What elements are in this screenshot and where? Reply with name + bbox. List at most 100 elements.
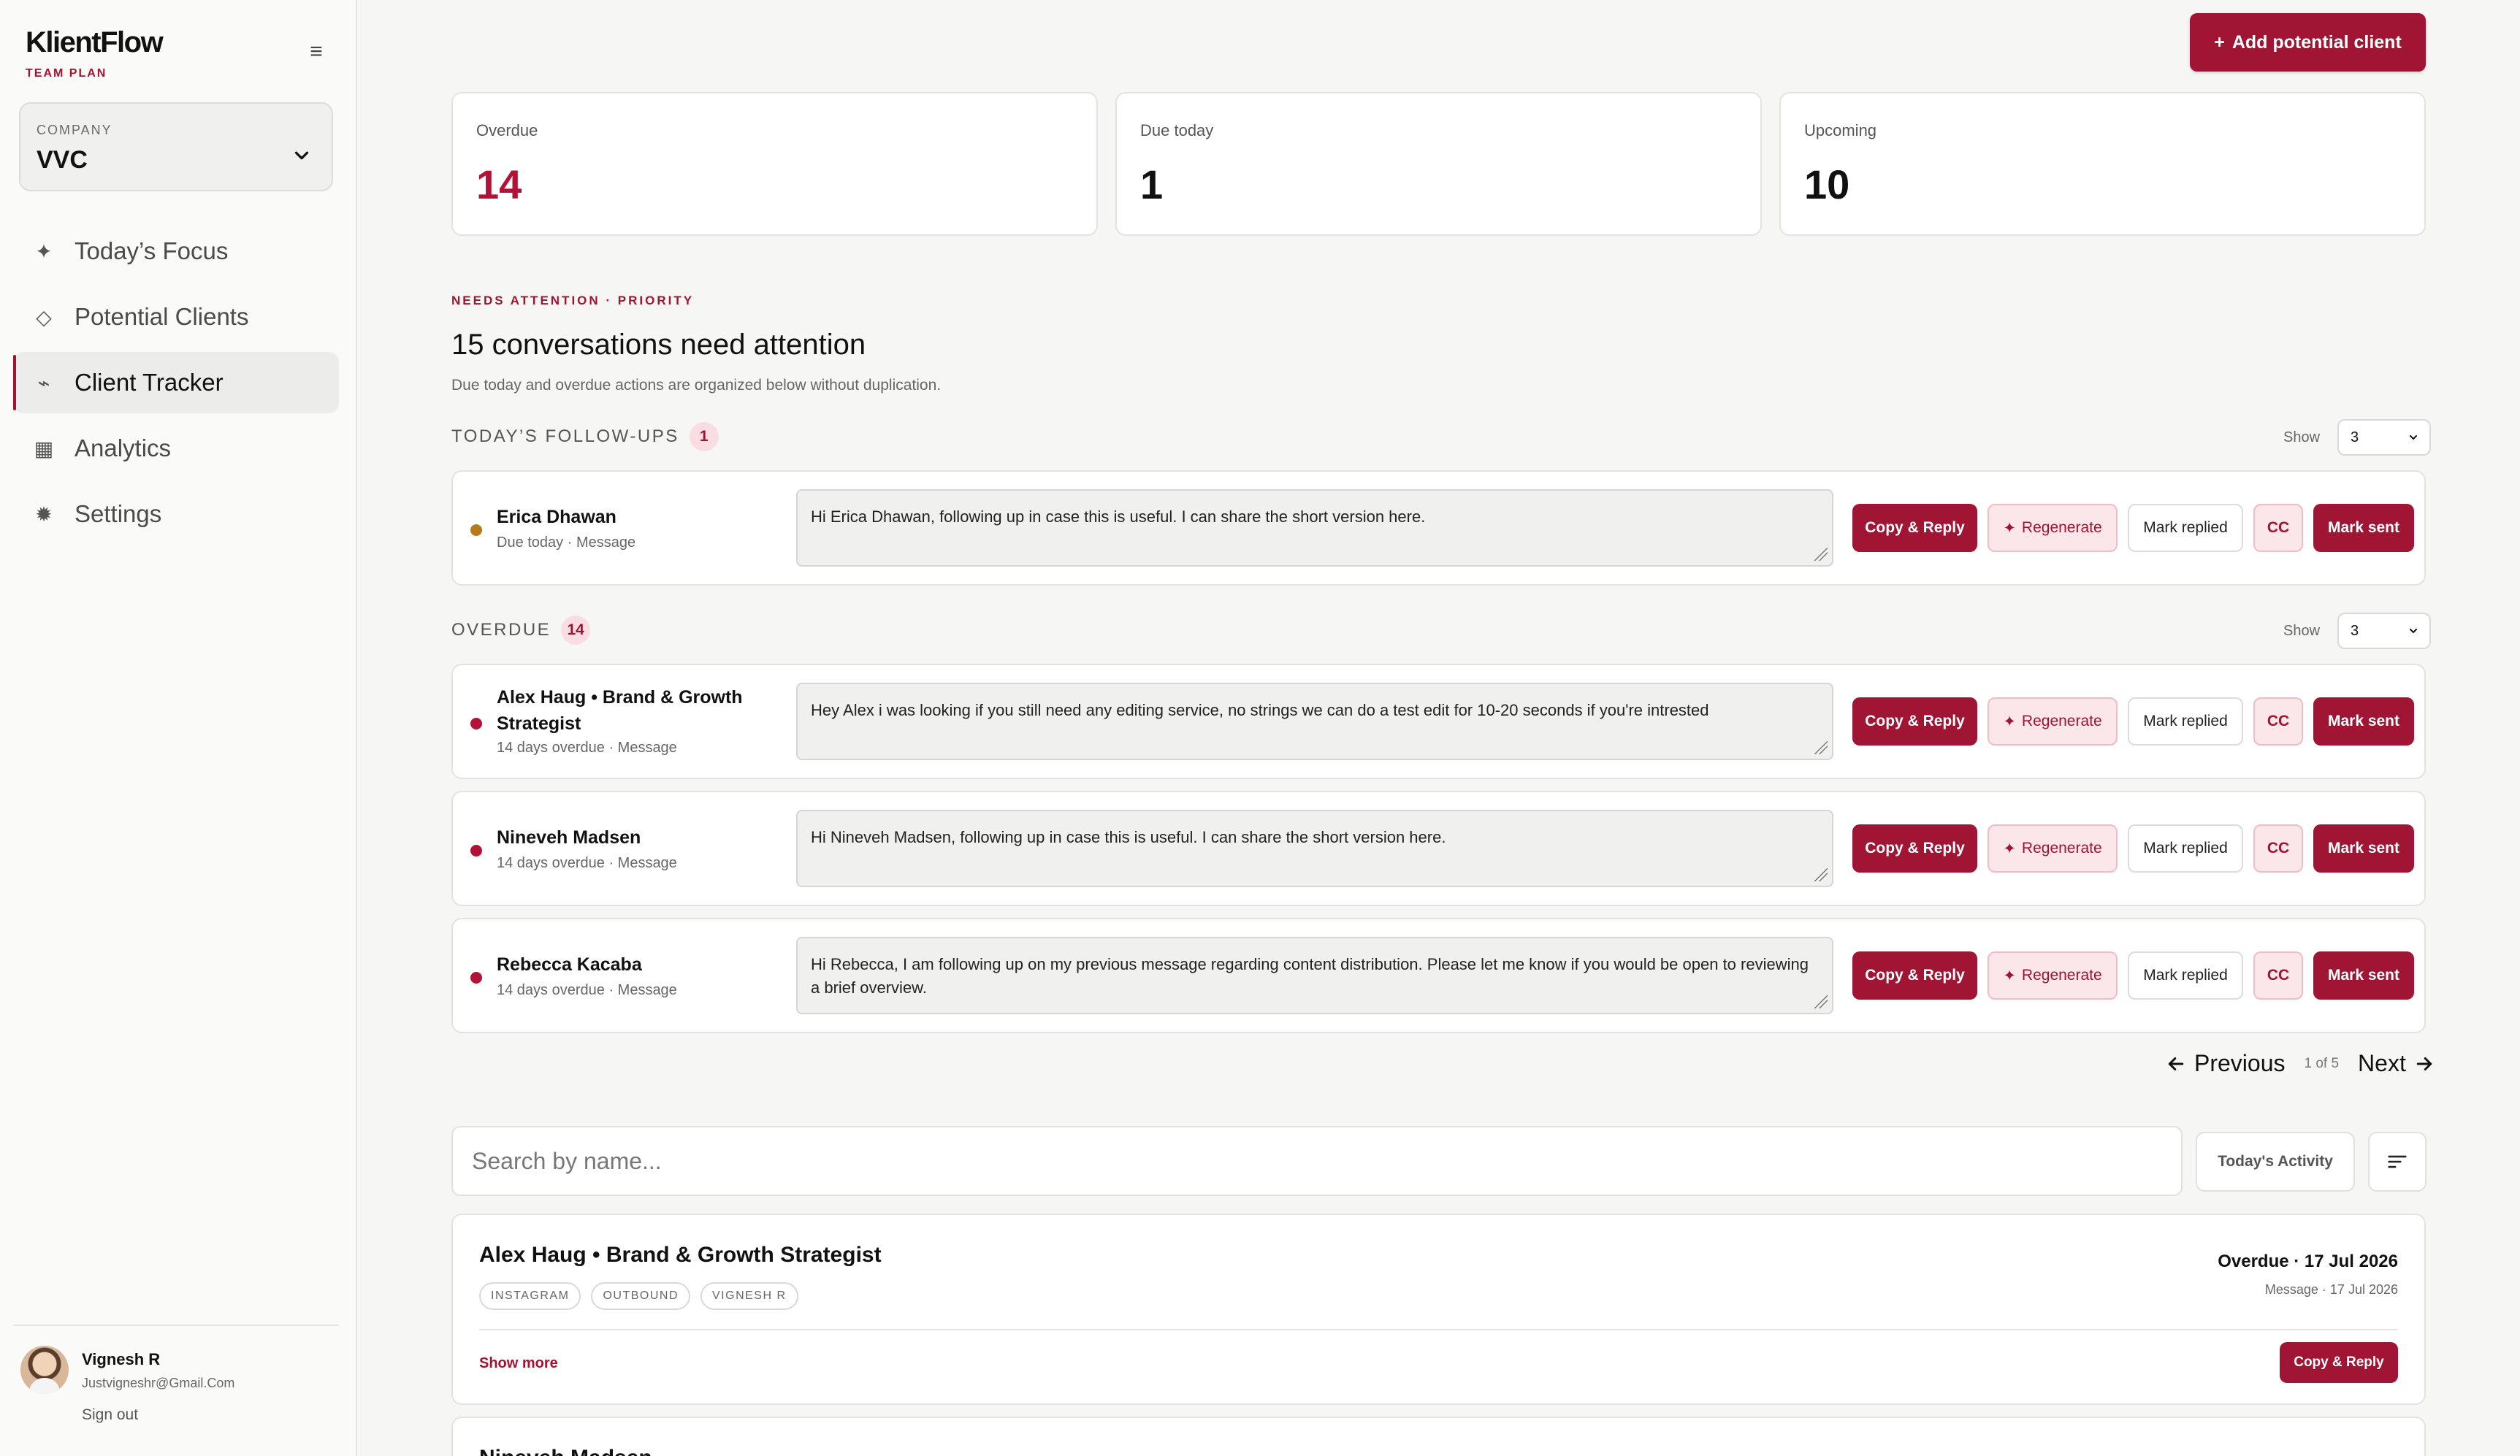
brand-logo: KlientFlow <box>26 26 164 58</box>
status-dot <box>470 718 482 729</box>
previous-button[interactable]: Previous <box>2165 1050 2286 1077</box>
cc-button[interactable]: CC <box>2253 824 2303 873</box>
attention-title: 15 conversations need attention <box>451 329 866 361</box>
regenerate-label: Regenerate <box>2021 967 2102 984</box>
sparkle-icon: ✦ <box>2003 967 2016 984</box>
show-select[interactable]: 3 <box>2337 613 2432 649</box>
show-control-overdue: Show 3 <box>2283 613 2432 649</box>
chevron-down-icon <box>2410 435 2418 440</box>
resize-handle-icon[interactable] <box>1814 995 1828 1008</box>
section-title-overdue: OVERDUE 14 <box>451 616 591 645</box>
cc-button[interactable]: CC <box>2253 504 2303 552</box>
mark-replied-button[interactable]: Mark replied <box>2128 824 2243 873</box>
attention-eyebrow: NEEDS ATTENTION · PRIORITY <box>451 294 695 307</box>
message-textarea[interactable]: Hey Alex i was looking if you still need… <box>796 683 1833 760</box>
stat-card-due-today: Due today 1 <box>1115 92 1762 236</box>
todays-activity-button[interactable]: Today's Activity <box>2196 1132 2355 1192</box>
regenerate-label: Regenerate <box>2021 840 2102 857</box>
copy-reply-button[interactable]: Copy & Reply <box>1852 504 1977 552</box>
sign-out-link[interactable]: Sign out <box>82 1406 138 1424</box>
conversation-card: Alex Haug • Brand & Growth Strategist 14… <box>451 664 2426 779</box>
arrow-left-icon <box>2168 1057 2184 1070</box>
message-textarea[interactable]: Hi Erica Dhawan, following up in case th… <box>796 489 1833 567</box>
company-selector[interactable]: COMPANY VVC <box>19 102 333 191</box>
conversation-actions: Copy & Reply ✦ Regenerate Mark replied CC… <box>1852 951 2414 1000</box>
message-textarea[interactable]: Hi Rebecca, I am following up on my prev… <box>796 937 1833 1014</box>
sidebar-item-label: Client Tracker <box>75 369 224 396</box>
add-potential-client-button[interactable]: + Add potential client <box>2190 13 2426 72</box>
regenerate-button[interactable]: ✦ Regenerate <box>1988 697 2118 746</box>
add-potential-client-label: Add potential client <box>2231 31 2402 53</box>
count-badge: 14 <box>561 616 591 645</box>
conversation-card: Nineveh Madsen 14 days overdue · Message… <box>451 791 2426 906</box>
copy-reply-button[interactable]: Copy & Reply <box>1852 824 1977 873</box>
regenerate-button[interactable]: ✦ Regenerate <box>1988 951 2118 1000</box>
client-sub-status: Message · 17 Jul 2026 <box>2264 1282 2398 1297</box>
search-input[interactable] <box>451 1126 2183 1196</box>
mark-replied-button[interactable]: Mark replied <box>2128 504 2243 552</box>
conversation-card: Erica Dhawan Due today · Message Hi Eric… <box>451 470 2426 586</box>
client-card[interactable]: Nineveh Madsen <box>451 1417 2426 1456</box>
client-name: Nineveh Madsen <box>479 1446 652 1456</box>
show-select-value: 3 <box>2351 622 2359 639</box>
hamburger-menu-icon[interactable]: ≡ <box>305 41 327 63</box>
copy-reply-button[interactable]: Copy & Reply <box>2280 1342 2398 1383</box>
sidebar-item-potential-clients[interactable]: ◇ Potential Clients <box>13 286 339 348</box>
resize-handle-icon[interactable] <box>1814 868 1828 881</box>
stat-label: Due today <box>1140 121 1214 139</box>
show-control-today: Show 3 <box>2283 419 2432 456</box>
cc-button[interactable]: CC <box>2253 951 2303 1000</box>
client-card[interactable]: Alex Haug • Brand & Growth Strategist IN… <box>451 1214 2426 1405</box>
mark-replied-button[interactable]: Mark replied <box>2128 697 2243 746</box>
avatar[interactable] <box>20 1346 69 1394</box>
count-badge: 1 <box>689 422 719 451</box>
copy-reply-button[interactable]: Copy & Reply <box>1852 697 1977 746</box>
copy-reply-button[interactable]: Copy & Reply <box>1852 951 1977 1000</box>
next-button[interactable]: Next <box>2358 1050 2435 1077</box>
pagination: Previous 1 of 5 Next <box>2165 1050 2435 1077</box>
sort-filter-button[interactable] <box>2368 1132 2427 1192</box>
regenerate-button[interactable]: ✦ Regenerate <box>1988 824 2118 873</box>
sidebar-item-label: Analytics <box>75 434 172 461</box>
conversation-name: Nineveh Madsen <box>497 827 641 848</box>
sidebar-item-analytics[interactable]: ▦ Analytics <box>13 418 339 479</box>
sidebar-item-label: Today’s Focus <box>75 237 229 264</box>
stat-label: Overdue <box>476 121 538 139</box>
user-name: Vignesh R <box>82 1350 161 1368</box>
show-label: Show <box>2283 622 2321 639</box>
diamond-icon: ◇ <box>36 305 52 329</box>
mark-sent-button[interactable]: Mark sent <box>2313 951 2414 1000</box>
gear-icon: ✹ <box>35 502 53 526</box>
conversation-actions: Copy & Reply ✦ Regenerate Mark replied CC… <box>1852 697 2414 746</box>
conversation-meta: 14 days overdue · Message <box>497 855 677 871</box>
status-dot <box>470 845 482 857</box>
show-select[interactable]: 3 <box>2337 419 2432 456</box>
sidebar-item-client-tracker[interactable]: ⌁ Client Tracker <box>13 352 339 413</box>
regenerate-button[interactable]: ✦ Regenerate <box>1988 504 2118 552</box>
section-title-today: TODAY’S FOLLOW-UPS 1 <box>451 422 719 451</box>
conversation-card: Rebecca Kacaba 14 days overdue · Message… <box>451 918 2426 1033</box>
mark-sent-button[interactable]: Mark sent <box>2313 504 2414 552</box>
chevron-down-icon <box>294 151 309 160</box>
sidebar-item-todays-focus[interactable]: ✦ Today’s Focus <box>13 221 339 282</box>
show-label: Show <box>2283 429 2321 445</box>
sparkle-icon: ✦ <box>2003 713 2016 730</box>
conversation-meta: 14 days overdue · Message <box>497 740 677 756</box>
sparkle-icon: ✦ <box>2003 840 2016 857</box>
stat-card-upcoming: Upcoming 10 <box>1779 92 2426 236</box>
mark-sent-button[interactable]: Mark sent <box>2313 697 2414 746</box>
stat-value: 1 <box>1140 161 1164 207</box>
resize-handle-icon[interactable] <box>1814 548 1828 561</box>
mark-replied-button[interactable]: Mark replied <box>2128 951 2243 1000</box>
sidebar-divider <box>13 1325 339 1326</box>
client-status: Overdue · 17 Jul 2026 <box>2218 1252 2398 1271</box>
resize-handle-icon[interactable] <box>1814 741 1828 754</box>
sort-lines-icon <box>2388 1155 2407 1168</box>
cc-button[interactable]: CC <box>2253 697 2303 746</box>
sidebar-item-settings[interactable]: ✹ Settings <box>13 483 339 545</box>
show-more-link[interactable]: Show more <box>479 1355 558 1372</box>
sparkle-icon: ✦ <box>35 240 53 263</box>
mark-sent-button[interactable]: Mark sent <box>2313 824 2414 873</box>
message-textarea[interactable]: Hi Nineveh Madsen, following up in case … <box>796 810 1833 887</box>
sidebar: KlientFlow TEAM PLAN ≡ COMPANY VVC ✦ Tod… <box>0 0 357 1456</box>
